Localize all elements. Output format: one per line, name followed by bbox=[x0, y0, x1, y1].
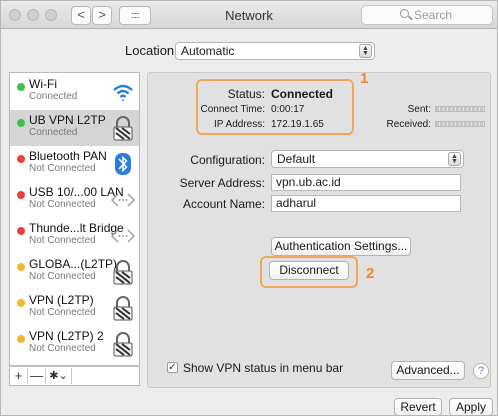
annotation-number-2: 2 bbox=[366, 265, 375, 282]
advanced-button[interactable]: Advanced... bbox=[391, 361, 465, 380]
service-status: Connected bbox=[29, 91, 78, 102]
server-address-field[interactable]: vpn.ub.ac.id bbox=[271, 174, 461, 191]
chevron-updown-icon: ▲ ▼ bbox=[448, 152, 461, 166]
authentication-settings-button[interactable]: Authentication Settings... bbox=[271, 237, 411, 256]
service-name: USB 10/...00 LAN bbox=[29, 185, 124, 199]
title-bar: < > ::::: Network Search bbox=[1, 1, 497, 29]
service-item-vpn-l2tp[interactable]: VPN (L2TP) Not Connected bbox=[10, 290, 139, 326]
remove-service-button[interactable]: — bbox=[28, 368, 46, 384]
bluetooth-icon bbox=[115, 153, 131, 175]
location-select[interactable]: Automatic ▲ ▼ bbox=[175, 42, 375, 60]
chevron-updown-icon: ▲ ▼ bbox=[359, 44, 372, 58]
location-value: Automatic bbox=[181, 44, 235, 58]
received-meter bbox=[435, 121, 485, 127]
status-dot bbox=[17, 299, 25, 307]
service-name: VPN (L2TP) bbox=[29, 293, 94, 307]
service-name: Thunde...lt Bridge bbox=[29, 221, 124, 235]
service-status: Not Connected bbox=[29, 343, 96, 354]
service-item-thunderbolt-bridge[interactable]: Thunde...lt Bridge Not Connected bbox=[10, 218, 139, 254]
search-field[interactable]: Search bbox=[361, 5, 493, 25]
help-button[interactable]: ? bbox=[473, 363, 489, 379]
status-dot bbox=[17, 263, 25, 271]
service-item-usb-lan[interactable]: USB 10/...00 LAN Not Connected bbox=[10, 182, 139, 218]
wifi-icon bbox=[113, 84, 133, 102]
service-item-wifi[interactable]: Wi-Fi Connected bbox=[10, 74, 139, 110]
service-item-ub-vpn-l2tp[interactable]: UB VPN L2TP Connected bbox=[10, 110, 139, 146]
service-status: Not Connected bbox=[29, 163, 96, 174]
disconnect-button[interactable]: Disconnect bbox=[269, 261, 349, 280]
service-name: VPN (L2TP) 2 bbox=[29, 329, 104, 343]
revert-button[interactable]: Revert bbox=[394, 398, 442, 416]
ethernet-icon bbox=[111, 229, 135, 243]
service-list: Wi-Fi Connected UB VPN L2TP Connected Bl… bbox=[9, 72, 140, 366]
search-placeholder: Search bbox=[414, 8, 453, 22]
status-dot bbox=[17, 335, 25, 343]
server-address-label: Server Address: bbox=[179, 176, 265, 190]
apply-button[interactable]: Apply bbox=[449, 398, 493, 416]
service-status: Not Connected bbox=[29, 235, 96, 246]
service-name: UB VPN L2TP bbox=[29, 113, 106, 127]
service-name: GLOBA...(L2TP) bbox=[29, 257, 118, 271]
status-dot bbox=[17, 191, 25, 199]
location-label: Location: bbox=[125, 43, 178, 58]
status-dot bbox=[17, 155, 25, 163]
service-status: Not Connected bbox=[29, 199, 96, 210]
received-label: Received: bbox=[386, 119, 431, 130]
service-status: Not Connected bbox=[29, 307, 96, 318]
network-preferences-window: < > ::::: Network Search Location: Autom… bbox=[0, 0, 498, 416]
sent-meter bbox=[435, 106, 485, 112]
ethernet-icon bbox=[111, 193, 135, 207]
lock-icon bbox=[113, 116, 133, 141]
lock-icon bbox=[113, 332, 133, 357]
service-name: Wi-Fi bbox=[29, 77, 57, 91]
lock-icon bbox=[113, 260, 133, 285]
annotation-box-status bbox=[196, 79, 354, 135]
annotation-number-1: 1 bbox=[360, 70, 369, 87]
service-item-vpn-l2tp-2[interactable]: VPN (L2TP) 2 Not Connected bbox=[10, 326, 139, 362]
configuration-label: Configuration: bbox=[190, 153, 265, 167]
action-menu-button[interactable]: ✱⌄ bbox=[46, 368, 72, 384]
configuration-select[interactable]: Default ▲ ▼ bbox=[271, 150, 464, 168]
sent-label: Sent: bbox=[407, 104, 431, 115]
service-item-global-l2tp[interactable]: GLOBA...(L2TP) Not Connected bbox=[10, 254, 139, 290]
service-item-bluetooth-pan[interactable]: Bluetooth PAN Not Connected bbox=[10, 146, 139, 182]
configuration-value: Default bbox=[277, 152, 316, 166]
status-dot bbox=[17, 83, 25, 91]
show-vpn-status-checkbox[interactable]: ✓ bbox=[167, 362, 178, 373]
service-status: Connected bbox=[29, 127, 78, 138]
service-list-toolbar: + — ✱⌄ bbox=[9, 366, 140, 386]
lock-icon bbox=[113, 296, 133, 321]
service-status: Not Connected bbox=[29, 271, 96, 282]
service-name: Bluetooth PAN bbox=[29, 149, 107, 163]
status-dot bbox=[17, 119, 25, 127]
add-service-button[interactable]: + bbox=[10, 368, 28, 384]
status-dot bbox=[17, 227, 25, 235]
search-icon bbox=[400, 9, 409, 18]
account-name-field[interactable]: adharul bbox=[271, 195, 461, 212]
show-vpn-status-label: Show VPN status in menu bar bbox=[183, 361, 344, 375]
account-name-label: Account Name: bbox=[182, 197, 265, 211]
